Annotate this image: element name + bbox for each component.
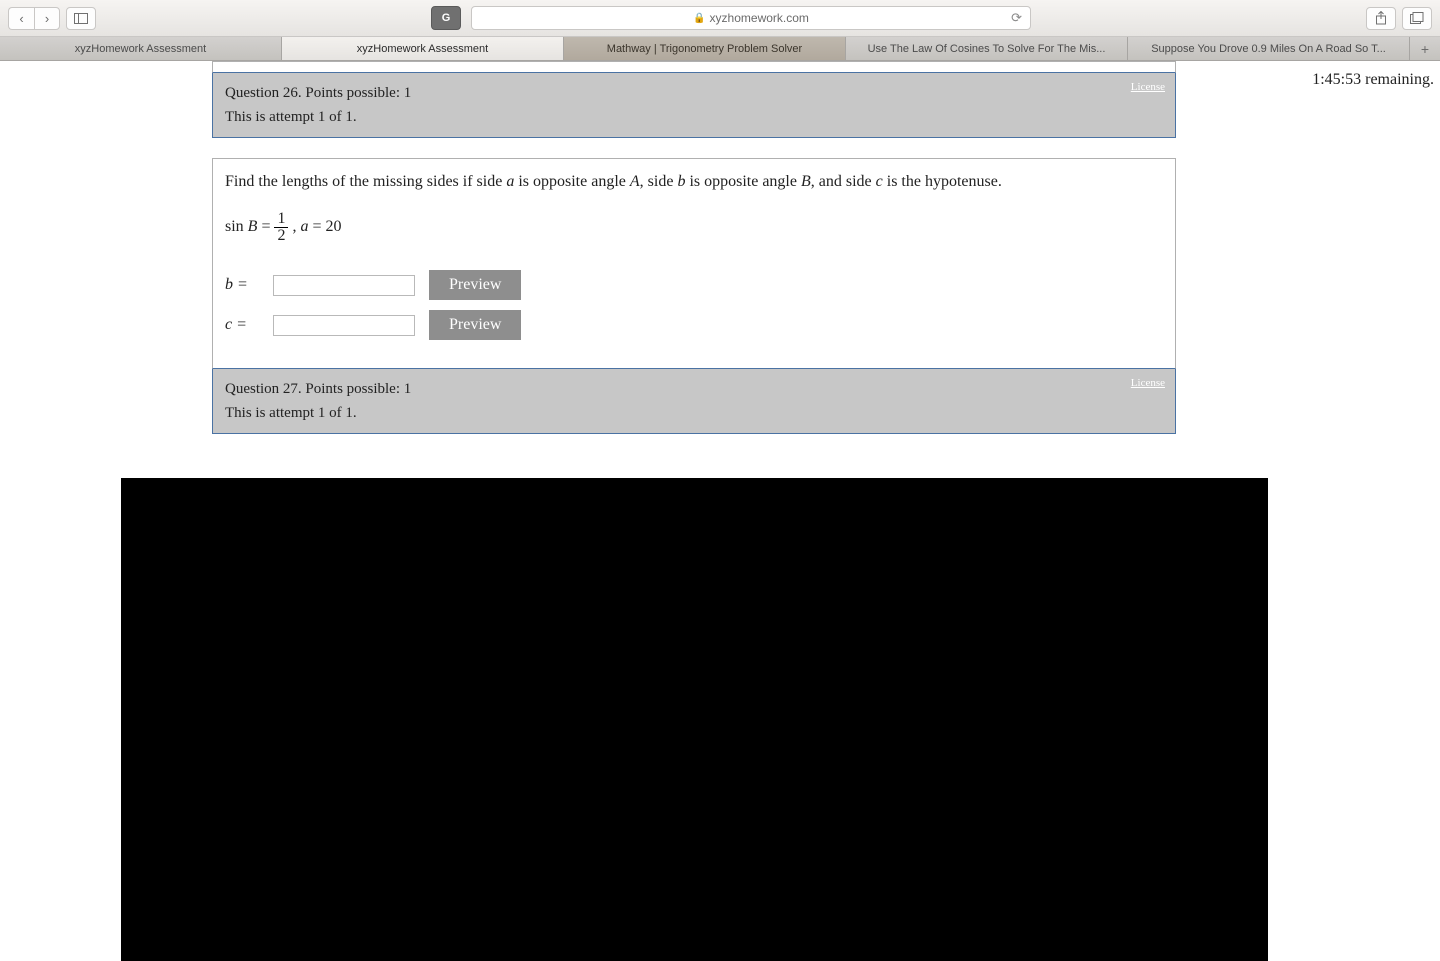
numerator: 1: [274, 211, 288, 228]
tab-4[interactable]: Suppose You Drove 0.9 Miles On A Road So…: [1128, 37, 1410, 60]
tab-2[interactable]: Mathway | Trigonometry Problem Solver: [564, 37, 846, 60]
fraction: 12: [274, 211, 288, 244]
assessment-content: License Question 26. Points possible: 1 …: [212, 61, 1176, 434]
tabs-icon: [1410, 12, 1424, 24]
page-content: 1:45:53 remaining. License Question 26. …: [0, 61, 1440, 900]
question-prompt: Find the lengths of the missing sides if…: [225, 173, 1163, 191]
new-tab-button[interactable]: +: [1410, 37, 1440, 60]
answer-row-b: b = Preview: [225, 270, 1163, 300]
panel-icon: [74, 13, 88, 24]
sidebar-toggle-button[interactable]: [66, 7, 96, 30]
input-c[interactable]: [273, 315, 415, 336]
question-26-title: Question 26. Points possible: 1: [225, 81, 1163, 105]
timer-text: 1:45:53 remaining.: [1312, 71, 1434, 89]
prompt-text: is opposite angle: [514, 173, 630, 190]
question-body: Find the lengths of the missing sides if…: [212, 158, 1176, 369]
question-27-attempt: This is attempt 1 of 1.: [225, 401, 1163, 425]
tab-bar: xyzHomework Assessment xyzHomework Asses…: [0, 37, 1440, 61]
tabs-button[interactable]: [1402, 7, 1432, 30]
prompt-text: , side: [640, 173, 678, 190]
url-host: xyzhomework.com: [710, 11, 809, 25]
a-value: = 20: [308, 218, 341, 235]
tab-0[interactable]: xyzHomework Assessment: [0, 37, 282, 60]
share-icon: [1375, 11, 1387, 25]
preview-b-button[interactable]: Preview: [429, 270, 521, 300]
var-c: c: [876, 173, 883, 190]
prompt-text: is the hypotenuse.: [883, 173, 1002, 190]
question-26-header: License Question 26. Points possible: 1 …: [212, 73, 1176, 138]
var-B: B: [248, 218, 258, 235]
back-button[interactable]: ‹: [8, 7, 34, 30]
lock-icon: 🔒: [693, 13, 705, 24]
license-link[interactable]: License: [1131, 79, 1165, 97]
reader-button[interactable]: G: [431, 6, 461, 30]
var-B: B: [801, 173, 811, 190]
given-equation: sin B = 12 , a = 20: [225, 211, 1163, 244]
sin-text: sin: [225, 218, 248, 235]
question-26-attempt: This is attempt 1 of 1.: [225, 105, 1163, 129]
forward-button[interactable]: ›: [34, 7, 60, 30]
label-b: b =: [225, 276, 259, 294]
share-button[interactable]: [1366, 7, 1396, 30]
comma: ,: [288, 218, 300, 235]
denominator: 2: [274, 228, 288, 244]
var-A: A: [630, 173, 640, 190]
reader-icon: G: [442, 12, 451, 24]
input-b[interactable]: [273, 275, 415, 296]
prev-question-bottom-edge: [212, 61, 1176, 73]
prompt-text: is opposite angle: [685, 173, 801, 190]
question-27-header: License Question 27. Points possible: 1 …: [212, 369, 1176, 434]
reload-icon[interactable]: ⟳: [1011, 10, 1022, 26]
equals: =: [257, 218, 274, 235]
question-27-title: Question 27. Points possible: 1: [225, 377, 1163, 401]
label-c: c =: [225, 316, 259, 334]
black-overlay: [121, 478, 1268, 961]
address-bar[interactable]: 🔒 xyzhomework.com ⟳: [471, 6, 1031, 30]
preview-c-button[interactable]: Preview: [429, 310, 521, 340]
tab-3[interactable]: Use The Law Of Cosines To Solve For The …: [846, 37, 1128, 60]
nav-buttons: ‹ ›: [8, 7, 60, 30]
browser-toolbar: ‹ › G 🔒 xyzhomework.com ⟳: [0, 0, 1440, 37]
tab-1[interactable]: xyzHomework Assessment: [282, 37, 564, 60]
answer-row-c: c = Preview: [225, 310, 1163, 340]
prompt-text: , and side: [811, 173, 876, 190]
license-link[interactable]: License: [1131, 375, 1165, 393]
prompt-text: Find the lengths of the missing sides if…: [225, 173, 506, 190]
